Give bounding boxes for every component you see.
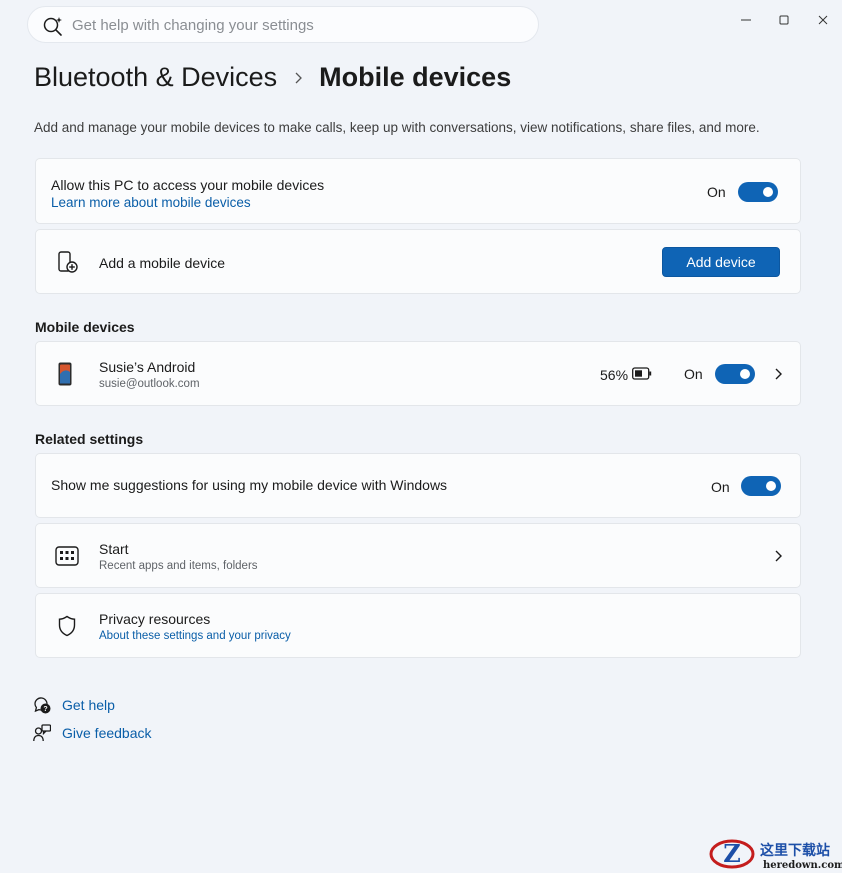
start-subtitle: Recent apps and items, folders xyxy=(99,560,258,572)
privacy-card: Privacy resources About these settings a… xyxy=(35,593,801,658)
learn-more-link[interactable]: Learn more about mobile devices xyxy=(51,195,251,210)
privacy-title: Privacy resources xyxy=(99,611,211,627)
device-account: susie@outlook.com xyxy=(99,378,200,390)
chevron-right-icon xyxy=(295,72,303,83)
battery-percent: 56% xyxy=(600,367,629,383)
related-settings-heading: Related settings xyxy=(35,431,144,447)
breadcrumb: Bluetooth & Devices Mobile devices xyxy=(34,62,511,93)
svg-text:这里下载站: 这里下载站 xyxy=(760,842,830,859)
page-description: Add and manage your mobile devices to ma… xyxy=(34,120,760,135)
chevron-right-icon xyxy=(775,550,782,562)
chevron-right-icon xyxy=(775,368,782,380)
device-name: Susie’s Android xyxy=(99,359,196,375)
search-sparkle-icon xyxy=(43,17,62,36)
mobile-devices-heading: Mobile devices xyxy=(35,319,135,335)
search-placeholder: Get help with changing your settings xyxy=(72,17,314,34)
search-box[interactable]: Get help with changing your settings xyxy=(27,6,539,43)
add-device-card: Add a mobile device Add device xyxy=(35,229,801,294)
svg-text:Z: Z xyxy=(723,839,741,868)
access-state-label: On xyxy=(707,184,726,200)
suggestions-state-label: On xyxy=(711,479,730,495)
start-title: Start xyxy=(99,541,129,557)
suggestions-card: Show me suggestions for using my mobile … xyxy=(35,453,801,518)
minimize-button[interactable] xyxy=(736,10,756,30)
suggestions-title: Show me suggestions for using my mobile … xyxy=(51,477,448,493)
page-title: Mobile devices xyxy=(319,62,512,92)
svg-text:?: ? xyxy=(43,706,47,713)
help-chat-icon: ? xyxy=(34,697,51,714)
start-grid-icon xyxy=(55,546,79,566)
feedback-icon xyxy=(33,724,51,742)
battery-icon xyxy=(632,367,652,380)
add-device-title: Add a mobile device xyxy=(99,255,226,271)
device-toggle[interactable] xyxy=(715,364,755,384)
access-card: Allow this PC to access your mobile devi… xyxy=(35,158,801,224)
shield-icon xyxy=(58,615,76,637)
get-help-label: Get help xyxy=(62,697,115,713)
watermark-logo: Z 这里下载站 heredown.com xyxy=(708,835,842,873)
android-phone-icon xyxy=(58,362,72,386)
give-feedback-label: Give feedback xyxy=(62,725,152,741)
add-device-button[interactable]: Add device xyxy=(662,247,780,277)
minimize-icon xyxy=(741,19,751,21)
phone-add-icon xyxy=(58,251,78,273)
start-card[interactable]: Start Recent apps and items, folders xyxy=(35,523,801,588)
maximize-icon xyxy=(779,15,789,25)
give-feedback-link[interactable]: Give feedback xyxy=(33,724,152,742)
suggestions-toggle[interactable] xyxy=(741,476,781,496)
privacy-link[interactable]: About these settings and your privacy xyxy=(99,630,291,642)
access-title: Allow this PC to access your mobile devi… xyxy=(51,177,325,193)
close-icon xyxy=(818,15,828,25)
get-help-link[interactable]: ? Get help xyxy=(33,696,115,714)
svg-text:heredown.com: heredown.com xyxy=(763,860,842,871)
close-button[interactable] xyxy=(813,10,833,30)
maximize-button[interactable] xyxy=(774,10,794,30)
device-row[interactable]: Susie’s Android susie@outlook.com 56% On xyxy=(35,341,801,406)
access-toggle[interactable] xyxy=(738,182,778,202)
breadcrumb-parent[interactable]: Bluetooth & Devices xyxy=(34,62,277,93)
device-state-label: On xyxy=(684,366,703,382)
